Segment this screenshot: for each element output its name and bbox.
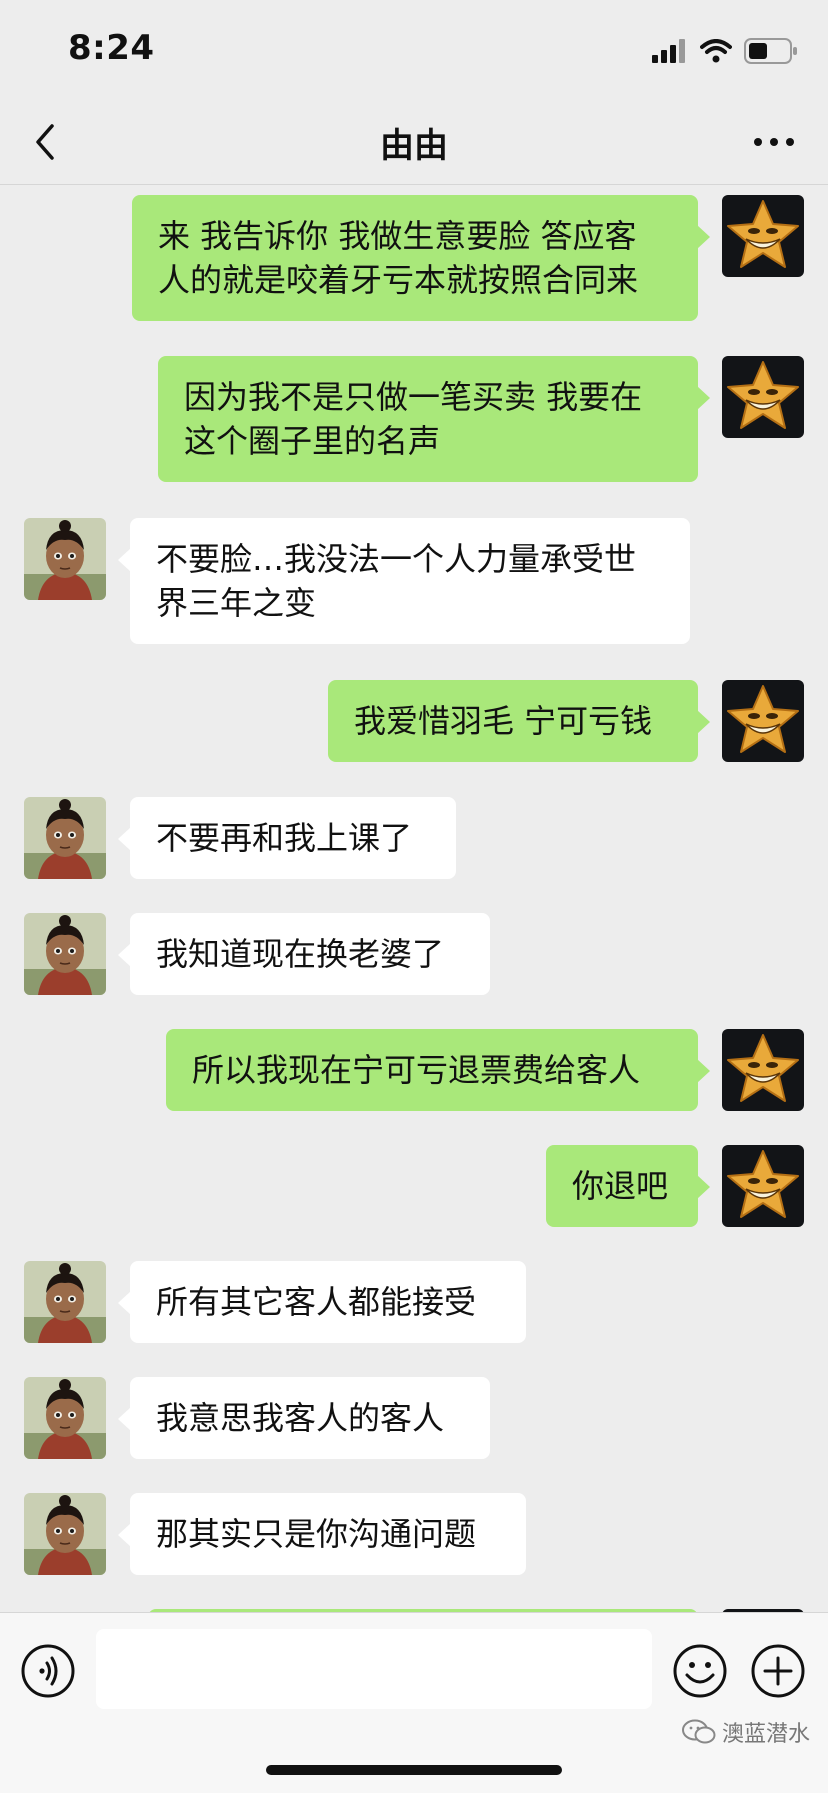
sent-message-bubble[interactable]: 因为我不是只做一笔买卖 我要在 这个圈子里的名声 [158, 356, 710, 482]
chat-title: 由由 [380, 126, 448, 166]
received-message-bubble[interactable]: 我知道现在换老婆了 [118, 913, 490, 995]
message-input[interactable] [96, 1629, 652, 1709]
message-text-line: 这个圈子里的名声 [184, 422, 441, 460]
sent-message-bubble[interactable]: 我爱惜羽毛 宁可亏钱 [328, 680, 710, 762]
message-text-line: 来 我告诉你 我做生意要脸 答应客 [158, 217, 637, 255]
received-message-bubble[interactable]: 不要脸…我没法一个人力量承受世 界三年之变 [118, 518, 690, 644]
contact-avatar[interactable] [24, 1261, 106, 1343]
message-text-line: 你退吧 [572, 1167, 669, 1205]
contact-avatar[interactable] [24, 518, 106, 600]
received-message-bubble[interactable]: 所有其它客人都能接受 [118, 1261, 526, 1343]
message-text-line: 不要脸…我没法一个人力量承受世 [156, 540, 637, 578]
message-text-line: 界三年之变 [156, 584, 317, 622]
self-avatar[interactable] [722, 356, 804, 438]
received-message-bubble[interactable]: 我意思我客人的客人 [118, 1377, 490, 1459]
message-text-line: 我爱惜羽毛 宁可亏钱 [354, 702, 653, 740]
contact-avatar[interactable] [24, 913, 106, 995]
message-text-line: 不要再和我上课了 [156, 819, 413, 857]
status-bar: 8:24 [0, 0, 828, 100]
chat-area[interactable]: 来 我告诉你 我做生意要脸 答应客 人的就是咬着牙亏本就按照合同来因为我不是只做一… [0, 185, 828, 1612]
contact-avatar[interactable] [24, 1493, 106, 1575]
self-avatar[interactable] [722, 680, 804, 762]
message-text-line: 因为我不是只做一笔买卖 我要在 [184, 378, 643, 416]
more-dots-icon[interactable] [750, 128, 798, 156]
wifi-icon [700, 39, 732, 63]
sent-message-bubble[interactable]: 来 我告诉你 我做生意要脸 答应客 人的就是咬着牙亏本就按照合同来 [132, 195, 710, 321]
self-avatar[interactable] [722, 1029, 804, 1111]
message-text-line: 所以我现在宁可亏退票费给客人 [192, 1051, 641, 1089]
status-time: 8:24 [68, 28, 155, 68]
battery-icon [744, 38, 797, 64]
message-text-line: 我意思我客人的客人 [156, 1399, 445, 1437]
home-indicator [266, 1765, 562, 1775]
received-message-bubble[interactable]: 那其实只是你沟通问题 [118, 1493, 526, 1575]
nav-bar: 由由 [0, 100, 828, 185]
sent-message-bubble[interactable]: 你退吧 [546, 1145, 710, 1227]
input-bar: 澳蓝潜水 [0, 1612, 828, 1793]
plus-icon[interactable] [750, 1643, 806, 1699]
sent-message-bubble[interactable]: 所以我现在宁可亏退票费给客人 [166, 1029, 710, 1111]
watermark: 澳蓝潜水 [681, 1717, 810, 1747]
voice-icon[interactable] [20, 1643, 76, 1699]
received-message-bubble[interactable]: 不要再和我上课了 [118, 797, 456, 879]
message-text-line: 人的就是咬着牙亏本就按照合同来 [158, 261, 639, 299]
watermark-text: 澳蓝潜水 [721, 1722, 810, 1747]
message-text-line: 我知道现在换老婆了 [156, 935, 445, 973]
self-avatar[interactable] [722, 195, 804, 277]
self-avatar[interactable] [722, 1145, 804, 1227]
status-icons [652, 36, 798, 66]
message-text-line: 所有其它客人都能接受 [156, 1283, 477, 1321]
contact-avatar[interactable] [24, 1377, 106, 1459]
emoji-icon[interactable] [672, 1643, 728, 1699]
message-text-line: 那其实只是你沟通问题 [156, 1515, 477, 1553]
wechat-logo-icon [681, 1719, 716, 1744]
signal-icon [652, 39, 685, 63]
contact-avatar[interactable] [24, 797, 106, 879]
